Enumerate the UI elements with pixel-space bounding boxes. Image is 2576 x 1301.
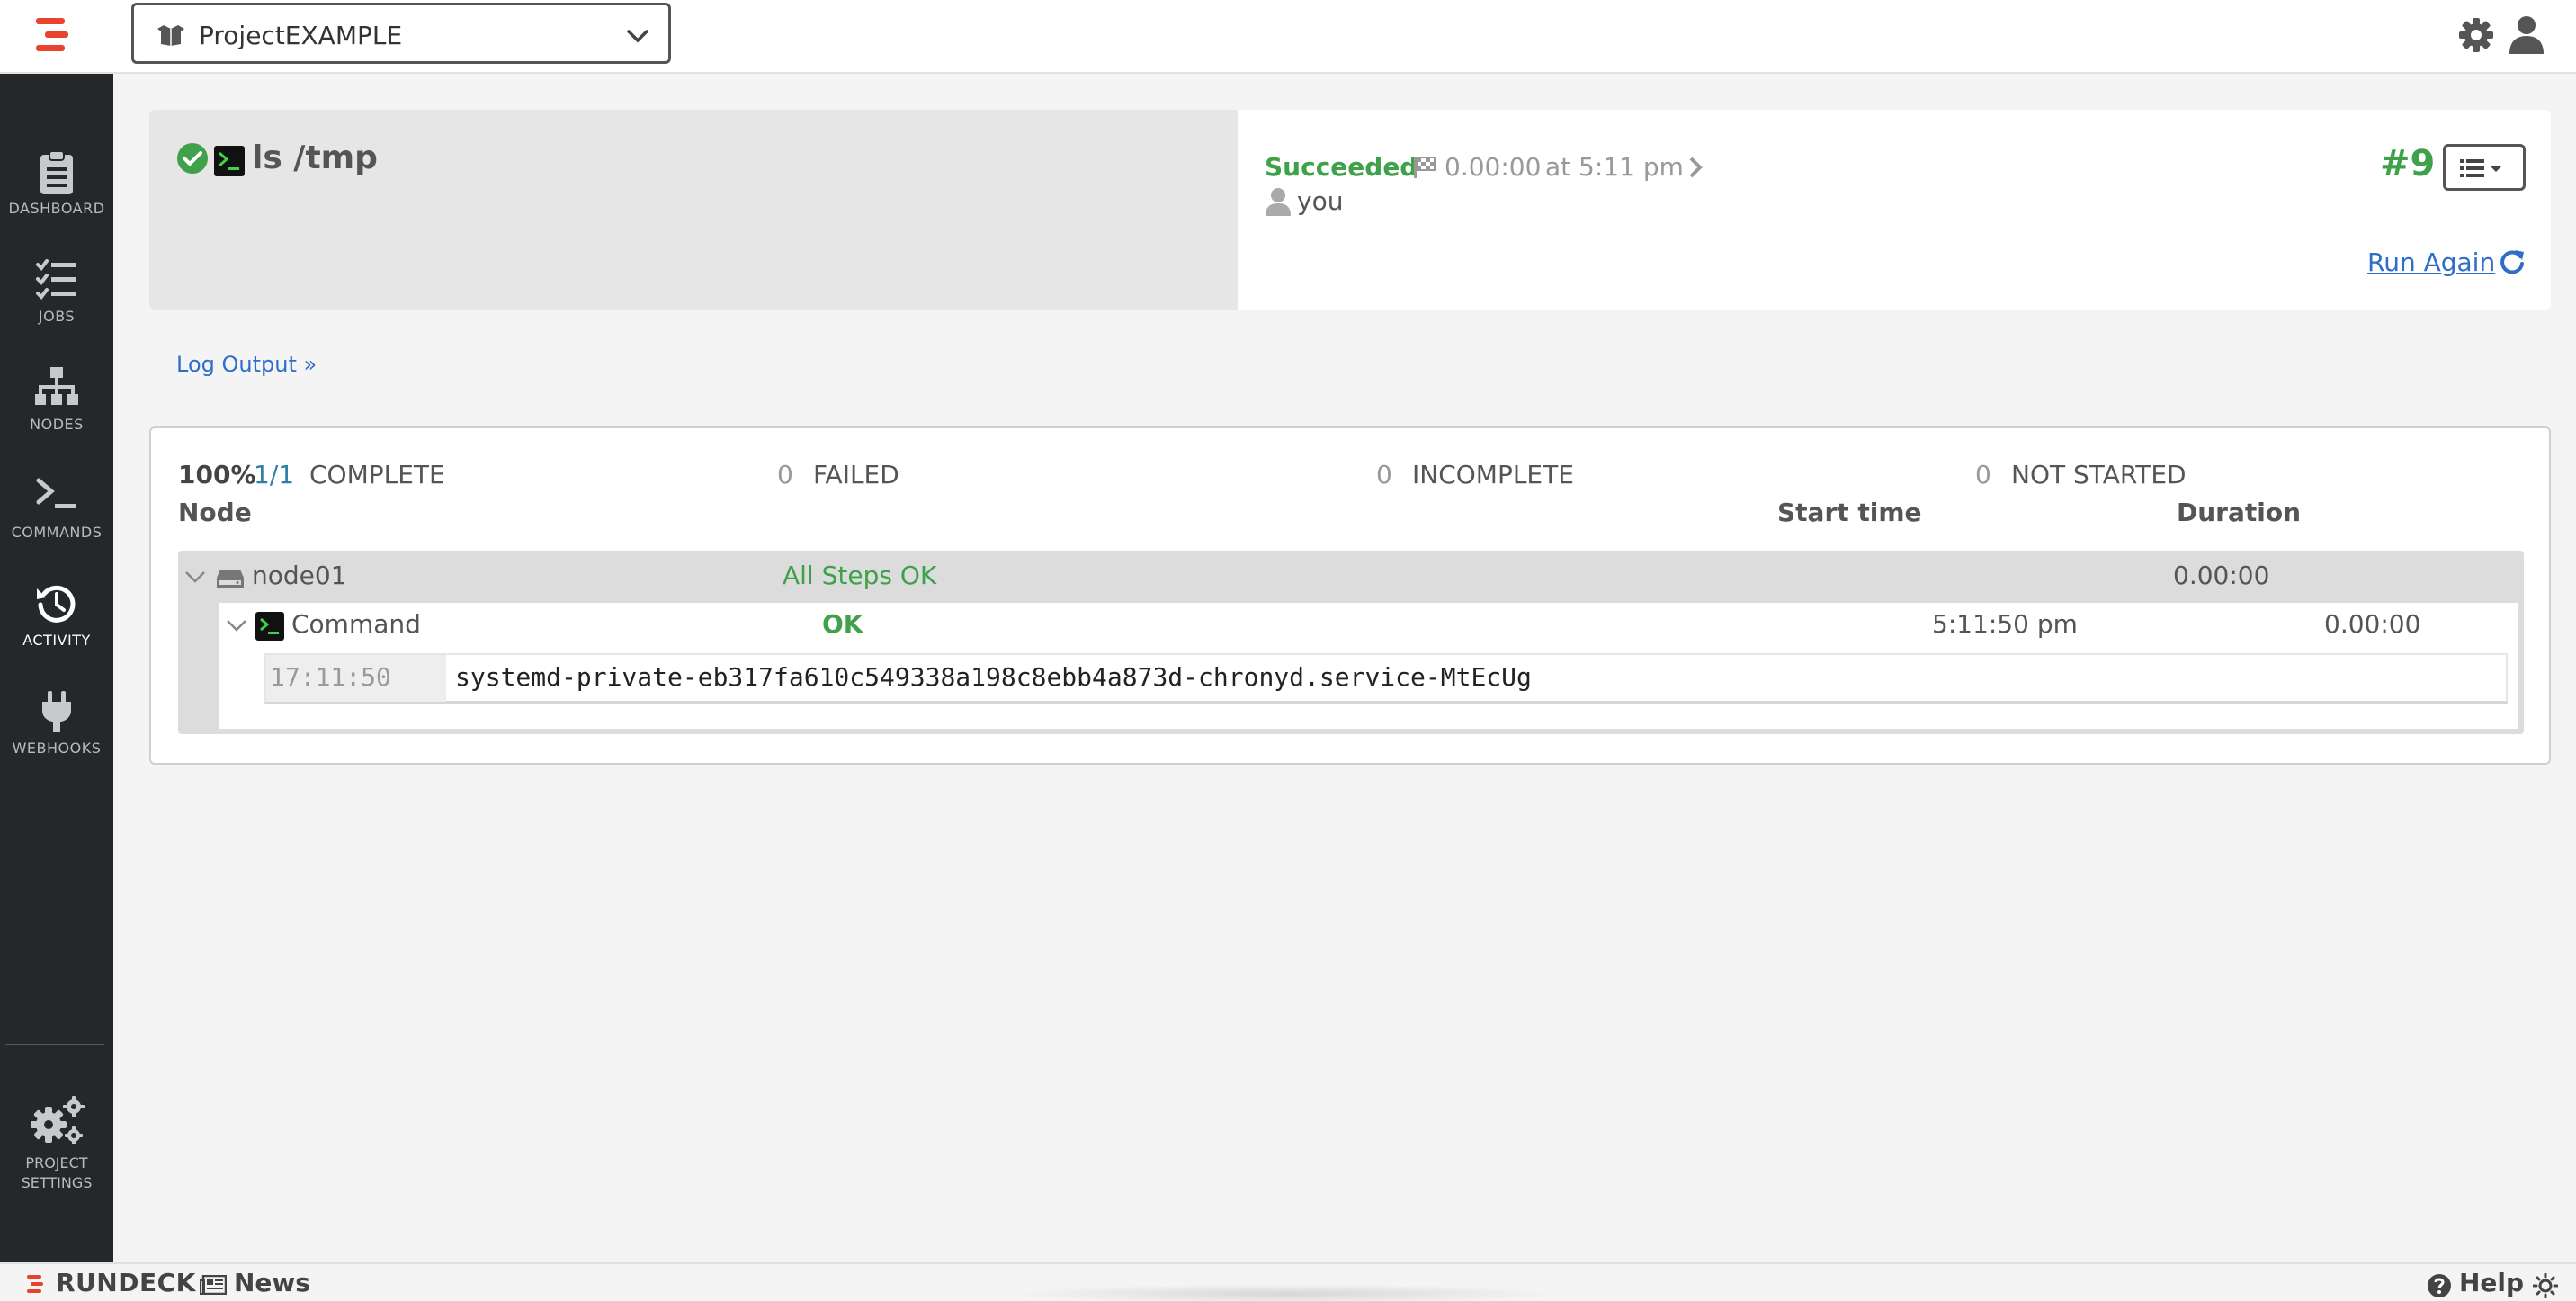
- sidebar-item-webhooks[interactable]: WEBHOOKS: [0, 677, 113, 777]
- not-started-count: 0: [1975, 460, 1991, 489]
- node-summary-panel: 100% 1/1 COMPLETE 0 FAILED 0 INCOMPLETE …: [149, 426, 2551, 765]
- tasks-icon: [36, 259, 76, 301]
- incomplete-count: 0: [1376, 460, 1392, 489]
- run-again-link[interactable]: Run Again: [2367, 247, 2495, 279]
- settings-label-line2: SETTINGS: [21, 1174, 93, 1191]
- terminal-icon: [255, 612, 284, 641]
- failed-label: FAILED: [813, 460, 899, 489]
- execution-number[interactable]: #9: [2380, 142, 2435, 185]
- check-circle-icon: [177, 143, 208, 174]
- help-link[interactable]: Help: [2459, 1268, 2524, 1298]
- sidebar: DASHBOARD JOBS NODES COMMANDS ACTIVITY W…: [0, 74, 113, 1262]
- execution-actions-dropdown[interactable]: [2443, 144, 2526, 191]
- newspaper-icon: [200, 1275, 227, 1295]
- flag-checkered-icon: [1414, 157, 1436, 178]
- sidebar-item-dashboard[interactable]: DASHBOARD: [0, 137, 113, 238]
- failed-count: 0: [777, 460, 793, 489]
- complete-label: COMPLETE: [309, 460, 445, 489]
- refresh-icon[interactable]: [2499, 248, 2526, 275]
- percent-complete: 100%: [178, 460, 256, 489]
- incomplete-label: INCOMPLETE: [1412, 460, 1574, 489]
- complete-fraction: 1/1: [254, 460, 295, 489]
- execution-user: you: [1297, 186, 1344, 216]
- sidebar-item-label: WEBHOOKS: [12, 740, 102, 757]
- column-header-start-time: Start time: [1777, 498, 1922, 527]
- footer-shadow: [1007, 1284, 1565, 1301]
- column-header-duration: Duration: [2177, 498, 2302, 527]
- chevron-down-icon: [627, 30, 648, 43]
- log-line: 17:11:50 systemd-private-eb317fa610c5493…: [264, 653, 2508, 704]
- step-name: Command: [291, 609, 421, 639]
- sidebar-item-label: ACTIVITY: [22, 632, 91, 649]
- sidebar-item-nodes[interactable]: NODES: [0, 353, 113, 453]
- rundeck-logo-icon: [25, 1273, 45, 1295]
- execution-title-panel: ls /tmp: [149, 110, 1238, 310]
- sidebar-divider: [5, 1044, 104, 1045]
- theme-toggle-icon[interactable]: [2533, 1273, 2558, 1298]
- news-link[interactable]: News: [234, 1268, 310, 1298]
- project-box-icon: [157, 25, 184, 46]
- chevron-down-icon[interactable]: [225, 614, 248, 637]
- user-icon[interactable]: [2508, 14, 2545, 54]
- brand-name[interactable]: RUNDECK: [56, 1268, 196, 1298]
- top-bar: ProjectEXAMPLE: [0, 0, 2576, 74]
- sidebar-item-label: NODES: [30, 416, 84, 433]
- sidebar-item-activity[interactable]: ACTIVITY: [0, 569, 113, 669]
- list-icon: [2460, 159, 2501, 177]
- step-start-time: 5:11:50 pm: [1932, 609, 2078, 639]
- chevron-right-icon[interactable]: [1686, 155, 1707, 180]
- sidebar-item-jobs[interactable]: JOBS: [0, 245, 113, 345]
- sidebar-item-project-settings[interactable]: PROJECT SETTINGS: [0, 1089, 113, 1206]
- sidebar-item-label: COMMANDS: [11, 524, 103, 541]
- execution-header: ls /tmp Succeeded 0.00:00 at 5:11 pm you…: [149, 110, 2551, 310]
- column-header-node: Node: [178, 498, 252, 527]
- not-started-label: NOT STARTED: [2011, 460, 2187, 489]
- rundeck-logo-icon[interactable]: [32, 16, 72, 54]
- plug-icon: [42, 691, 71, 732]
- log-timestamp: 17:11:50: [266, 655, 446, 702]
- help-icon[interactable]: [2427, 1273, 2452, 1298]
- job-title: ls /tmp: [252, 139, 378, 176]
- project-selector[interactable]: ProjectEXAMPLE: [131, 3, 671, 64]
- log-message: systemd-private-eb317fa610c549338a198c8e…: [455, 662, 1532, 692]
- sitemap-icon: [35, 367, 78, 405]
- log-output-link[interactable]: Log Output »: [176, 351, 317, 378]
- history-icon: [37, 585, 76, 623]
- node-duration: 0.00:00: [2173, 561, 2270, 590]
- user-icon: [1266, 188, 1291, 216]
- step-row[interactable]: Command OK 5:11:50 pm 0.00:00 17:11:50 s…: [219, 603, 2518, 729]
- settings-label-line1: PROJECT: [25, 1154, 88, 1171]
- node-status: All Steps OK: [783, 561, 937, 590]
- sidebar-item-label: PROJECT SETTINGS: [0, 1153, 113, 1193]
- node-name[interactable]: node01: [252, 560, 347, 592]
- step-duration: 0.00:00: [2324, 609, 2421, 639]
- execution-time: at 5:11 pm: [1545, 152, 1684, 182]
- sidebar-item-commands[interactable]: COMMANDS: [0, 461, 113, 561]
- footer: RUNDECK News Help: [0, 1262, 2576, 1301]
- gears-icon: [31, 1096, 85, 1144]
- clipboard-icon: [40, 150, 73, 194]
- execution-duration: 0.00:00: [1445, 152, 1542, 182]
- server-icon: [217, 570, 244, 588]
- gear-icon[interactable]: [2457, 16, 2495, 54]
- execution-status: Succeeded: [1265, 152, 1418, 182]
- sidebar-item-label: DASHBOARD: [8, 200, 105, 217]
- project-name: ProjectEXAMPLE: [199, 21, 403, 50]
- sidebar-item-label: JOBS: [38, 308, 76, 325]
- node-row[interactable]: node01 All Steps OK 0.00:00 Command OK 5…: [178, 551, 2524, 734]
- terminal-icon: [36, 478, 76, 508]
- chevron-down-icon[interactable]: [183, 565, 207, 588]
- terminal-icon: [214, 146, 245, 176]
- step-status: OK: [822, 609, 863, 639]
